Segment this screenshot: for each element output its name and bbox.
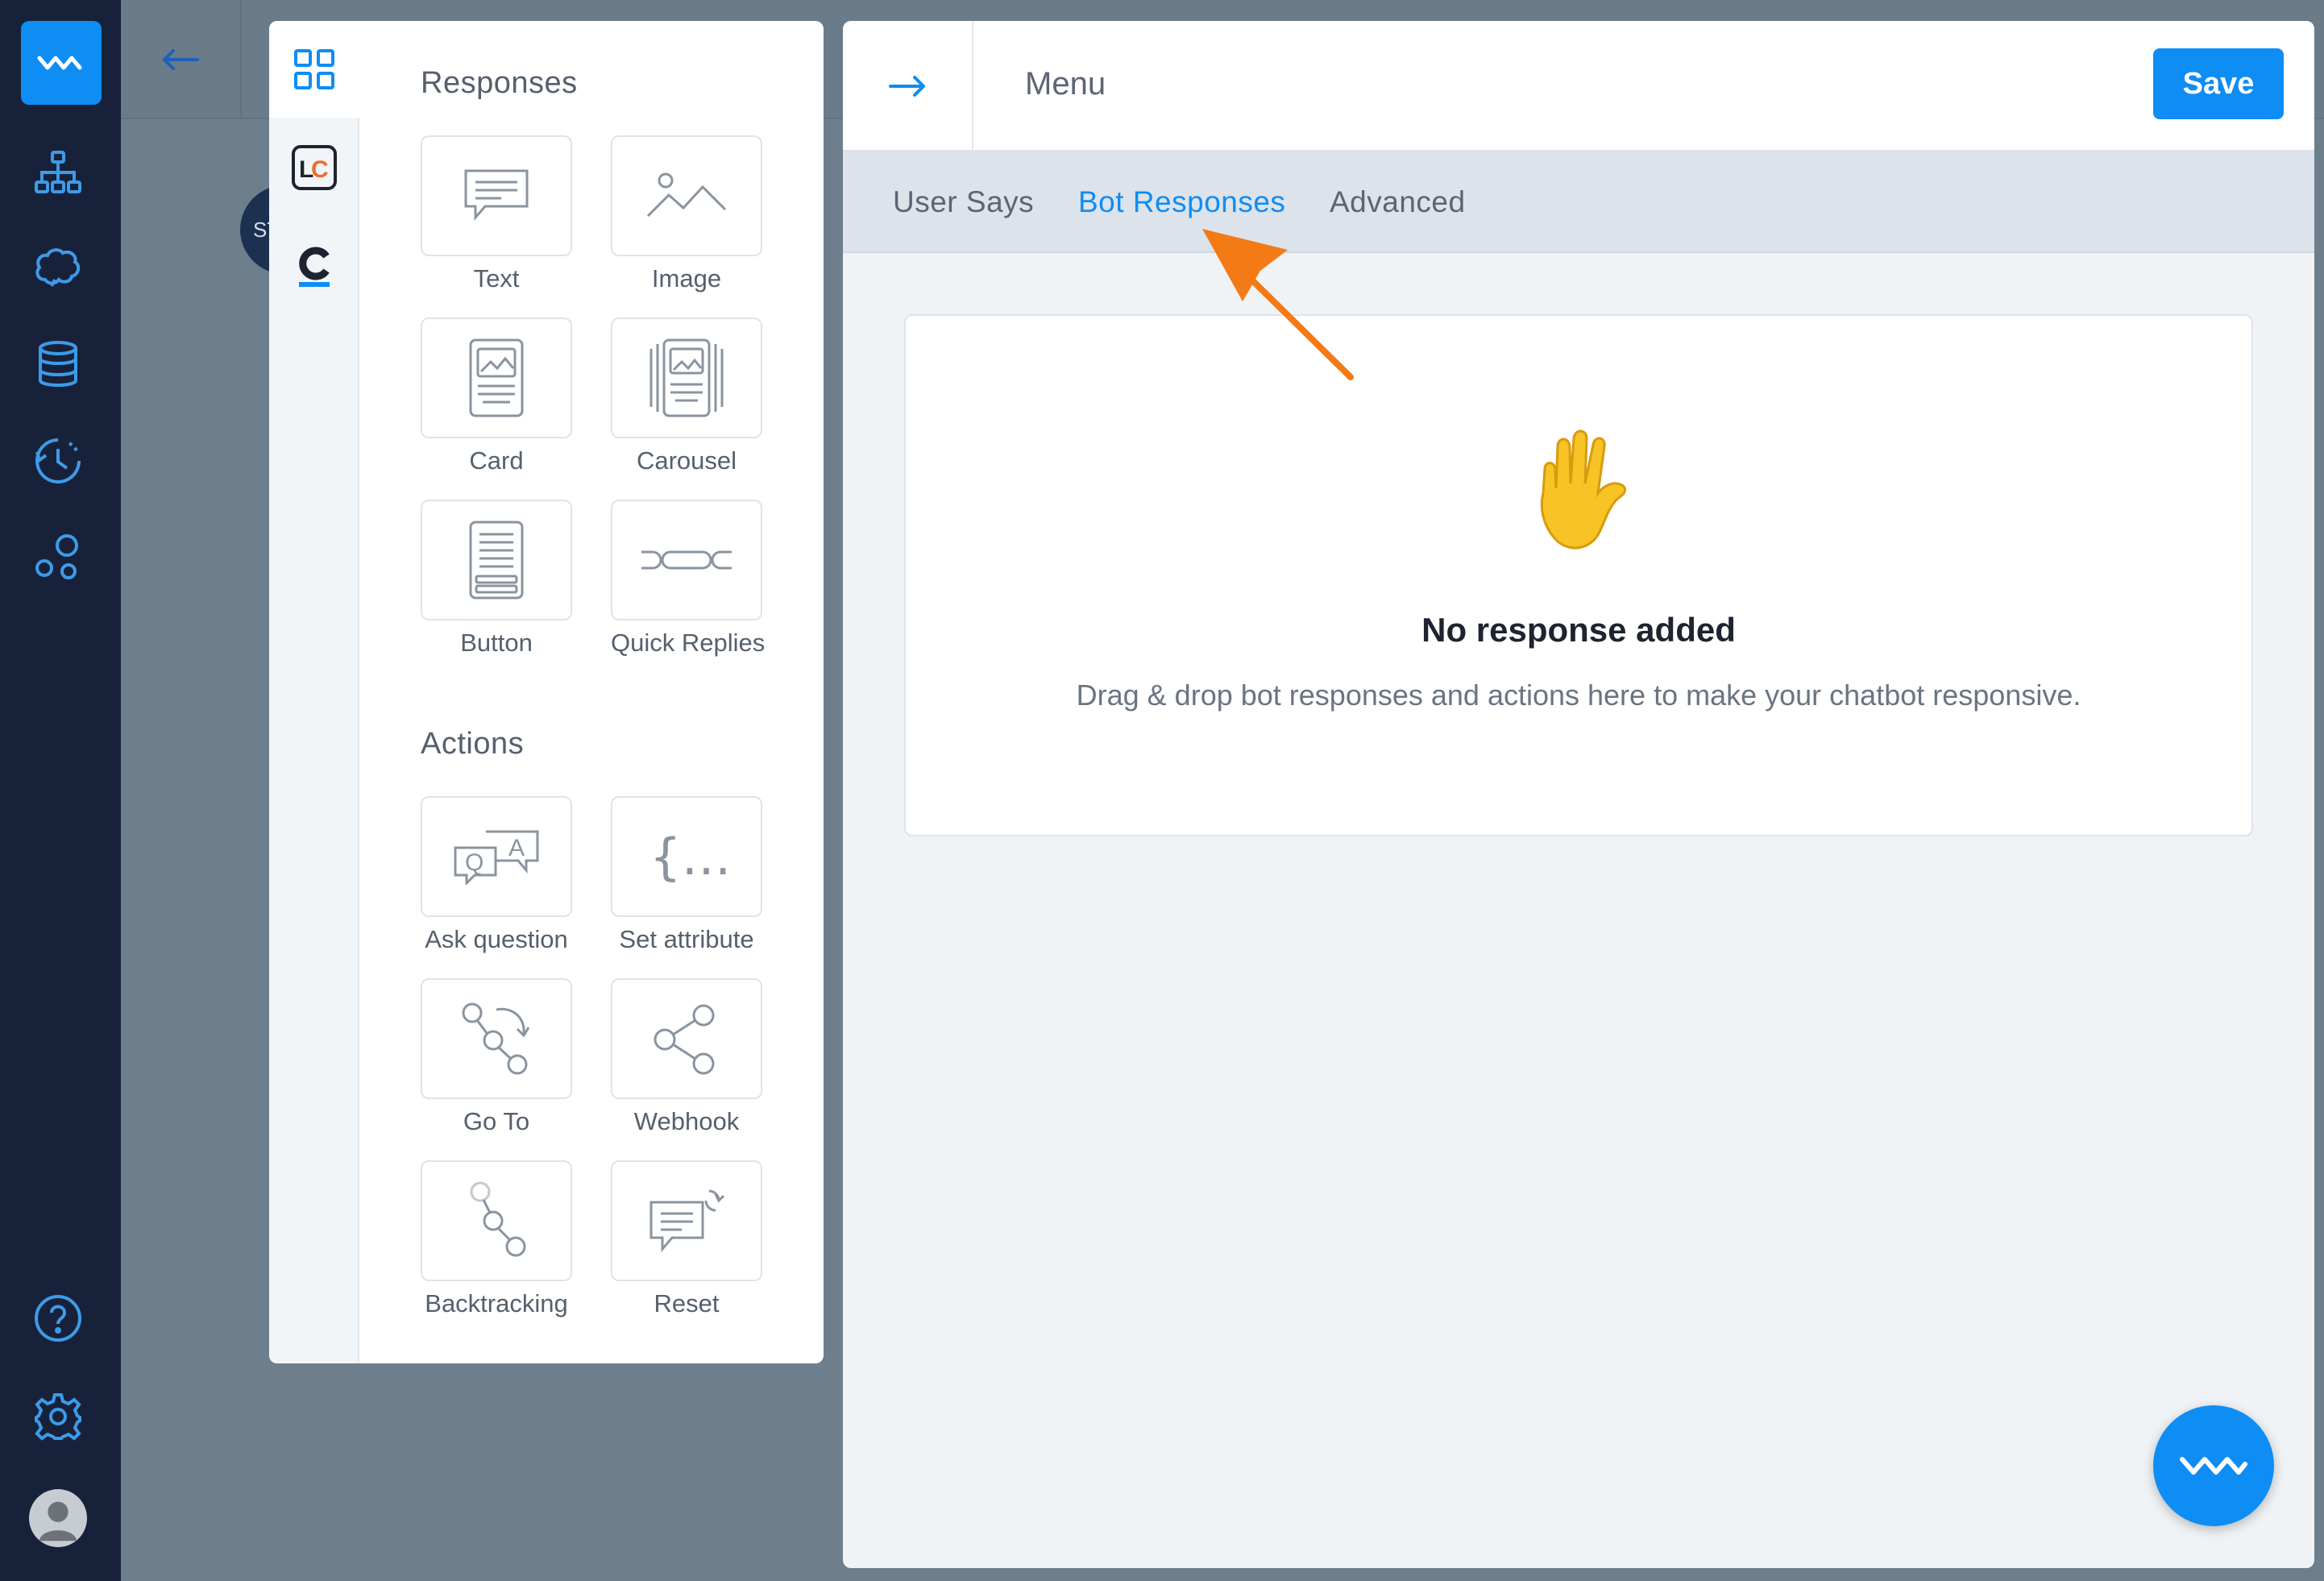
element-label: Backtracking [425,1289,568,1318]
arrow-right-icon [889,76,925,97]
quick-replies-icon [641,550,732,570]
element-tile-image[interactable]: Image [611,135,762,293]
element-label: Text [473,264,520,293]
svg-text:A: A [508,835,525,861]
element-label: Quick Replies [611,629,766,657]
element-tile-button[interactable]: Button [421,500,572,658]
history-clock-icon[interactable] [29,432,87,490]
element-label: Carousel [636,446,737,475]
card-icon [469,338,524,417]
element-label: Webhook [633,1107,740,1135]
logo-wave-icon [2180,1457,2247,1475]
tab-advanced[interactable]: Advanced [1330,185,1466,219]
element-tile-carousel[interactable]: Carousel [611,317,762,475]
element-tile-go-to[interactable]: Go To [421,978,572,1136]
flow-tree-icon[interactable] [29,143,87,201]
intent-editor-panel: Menu Save User Says Bot Responses Advanc… [843,21,2314,1568]
element-tile-backtracking[interactable]: Backtracking [421,1160,572,1318]
element-tile-ask-question[interactable]: QA Ask question [421,796,572,954]
qa-icon: QA [454,830,539,885]
settings-gear-icon[interactable] [29,1388,87,1446]
empty-state-description: Drag & drop bot responses and actions he… [1076,678,2081,712]
responses-drop-zone[interactable]: No response added Drag & drop bot respon… [904,314,2253,836]
editor-header: Menu Save [843,21,2314,151]
text-bubble-icon [464,169,529,222]
brain-icon[interactable] [29,240,87,298]
element-label: Button [460,629,533,657]
user-avatar[interactable] [29,1489,87,1547]
tab-bot-responses[interactable]: Bot Responses [1078,185,1285,219]
palette-tab-chatbot[interactable] [269,218,359,314]
intent-title: Menu [1025,66,1106,102]
element-tile-webhook[interactable]: Webhook [611,978,762,1136]
svg-text:C: C [311,156,329,183]
elements-palette: LC Responses Text Image Card Carousel Bu… [269,21,824,1363]
raised-hand-emoji [1540,429,1627,550]
save-button[interactable]: Save [2153,48,2284,119]
chat-widget-button[interactable] [2153,1405,2274,1526]
collapse-panel-button[interactable] [843,21,973,151]
element-label: Ask question [425,925,568,953]
element-tile-set-attribute[interactable]: {…} Set attribute [611,796,762,954]
reset-icon [649,1189,725,1253]
help-icon[interactable] [29,1289,87,1347]
element-label: Image [651,264,722,293]
empty-state-title: No response added [1421,611,1736,649]
element-label: Go To [463,1107,530,1135]
element-tile-card[interactable]: Card [421,317,572,475]
carousel-icon [649,338,724,417]
palette-tab-elements[interactable] [269,21,359,118]
palette-tab-livechat[interactable]: LC [269,119,359,216]
responses-section-title: Responses [421,66,578,100]
button-icon [469,521,524,600]
element-tile-quick-replies[interactable]: Quick Replies [611,500,766,658]
tab-user-says[interactable]: User Says [893,185,1034,219]
element-label: Card [469,446,524,475]
arrow-left-icon [163,49,199,70]
logo-wave-icon [37,56,82,70]
svg-text:{…}: {…} [649,828,727,886]
braces-icon: {…} [649,828,727,886]
editor-tabs: User Says Bot Responses Advanced [843,151,2314,253]
goto-icon [462,1002,530,1075]
element-label: Set attribute [619,925,754,953]
integrations-icon[interactable] [29,529,87,587]
logo-button[interactable] [21,21,102,105]
livechat-icon: LC [292,145,337,190]
left-nav-rail [0,0,121,1581]
database-icon[interactable] [29,335,87,393]
grid-icon [294,49,334,89]
back-button[interactable] [121,0,242,119]
share-nodes-icon [654,1004,715,1075]
callout-arrow [1202,229,1354,380]
element-tile-reset[interactable]: Reset [611,1160,762,1318]
palette-tab-rail: LC [269,21,359,1363]
element-label: Reset [654,1289,720,1318]
backtracking-icon [470,1181,526,1257]
chatbot-c-icon [299,247,330,287]
svg-text:Q: Q [465,849,483,876]
actions-section-title: Actions [421,727,525,761]
element-tile-text[interactable]: Text [421,135,572,293]
image-icon [646,172,727,218]
